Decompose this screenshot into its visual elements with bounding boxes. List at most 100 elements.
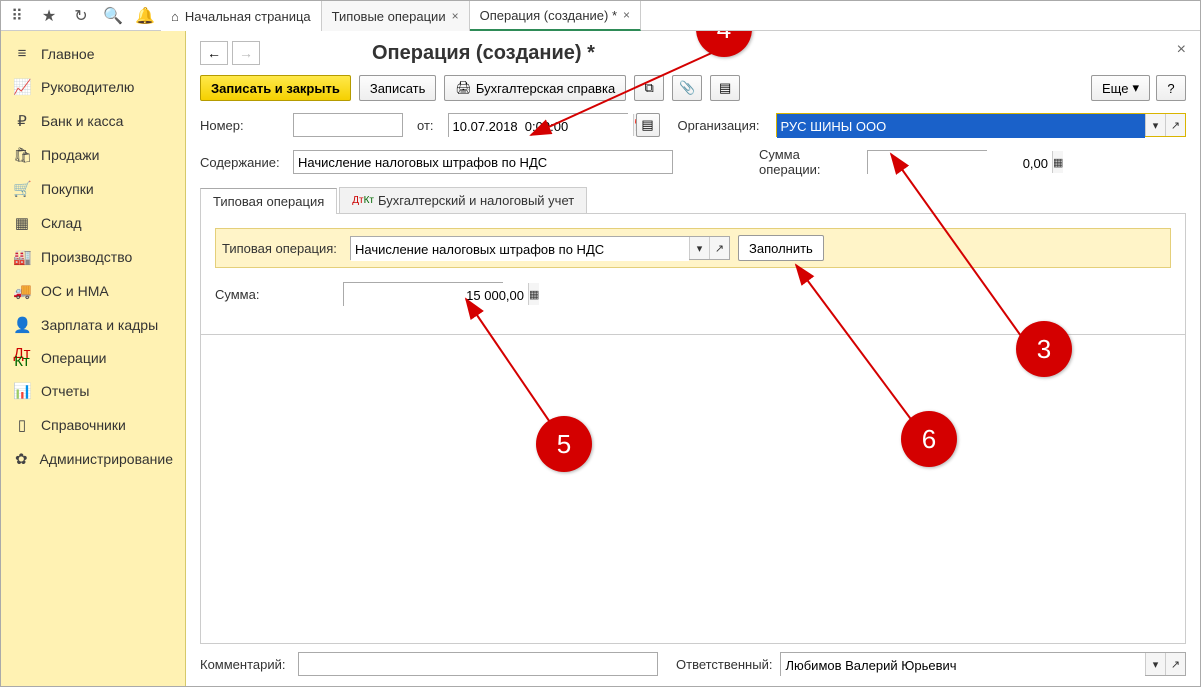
tab-label: Типовые операции [332, 9, 446, 24]
resp-input[interactable] [781, 653, 1145, 677]
comment-input[interactable] [298, 652, 658, 676]
sidebar-item-assets[interactable]: 🚚ОС и НМА [1, 274, 185, 308]
sidebar: ≡Главное 📈Руководителю ₽Банк и касса 🛍Пр… [1, 31, 186, 686]
callout-label: 3 [1037, 334, 1051, 365]
dtkt-icon: ДтКт [352, 197, 374, 205]
tab-operation-create[interactable]: Операция (создание) * × [470, 1, 641, 31]
close-icon[interactable]: × [452, 9, 459, 23]
person-icon: 👤 [13, 316, 31, 334]
typeop-input[interactable] [351, 237, 689, 261]
row-content-sum: Содержание: Сумма операции: ▦ [200, 147, 1186, 177]
menu-icon: ≡ [13, 45, 31, 62]
toolbar: Записать и закрыть Записать 🖨 Бухгалтерск… [200, 75, 1186, 101]
callout-label: 4 [717, 31, 731, 45]
resp-label: Ответственный: [666, 657, 772, 672]
sidebar-item-main[interactable]: ≡Главное [1, 37, 185, 70]
history-icon[interactable]: ↻ [65, 1, 97, 31]
sidebar-item-bank[interactable]: ₽Банк и касса [1, 104, 185, 138]
resp-field[interactable]: ▾ ↗ [780, 652, 1186, 676]
sidebar-item-label: Зарплата и кадры [41, 317, 158, 333]
tab-type-operations[interactable]: Типовые операции × [322, 1, 470, 31]
date-field[interactable]: 📅 [448, 113, 628, 137]
chevron-down-icon[interactable]: ▾ [1145, 114, 1165, 136]
sidebar-item-warehouse[interactable]: ▦Склад [1, 206, 185, 240]
content-input[interactable] [293, 150, 673, 174]
calc-icon[interactable]: ▦ [1052, 151, 1063, 173]
search-icon[interactable]: 🔍 [97, 1, 129, 31]
amount-label: Сумма: [215, 287, 335, 302]
chevron-down-icon: ▾ [1132, 80, 1139, 96]
open-icon[interactable]: ↗ [1165, 653, 1185, 675]
sidebar-item-manager[interactable]: 📈Руководителю [1, 70, 185, 104]
more-button[interactable]: Еще ▾ [1091, 75, 1150, 101]
sidebar-item-purchases[interactable]: 🛒 Покупки [1, 172, 185, 206]
bell-icon[interactable]: 🔔 [129, 1, 161, 31]
amount-row: Сумма: ▦ [215, 282, 1171, 306]
home-icon: ⌂ [171, 9, 179, 24]
save-button[interactable]: Записать [359, 75, 437, 101]
amount-input[interactable] [344, 283, 528, 307]
open-icon[interactable]: ↗ [1165, 114, 1185, 136]
book-icon: ▯ [13, 416, 31, 434]
sidebar-item-label: Производство [41, 249, 132, 265]
typeop-label: Типовая операция: [222, 241, 342, 256]
chevron-down-icon[interactable]: ▾ [1145, 653, 1165, 675]
attach-button[interactable]: 📎 [672, 75, 702, 101]
callout-3: 3 [1016, 321, 1072, 377]
sidebar-item-admin[interactable]: ✿Администрирование [1, 442, 185, 476]
apps-icon[interactable]: ⠿ [1, 1, 33, 31]
callout-label: 6 [922, 424, 936, 455]
sidebar-item-sales[interactable]: 🛍Продажи [1, 138, 185, 172]
tab-home[interactable]: ⌂ Начальная страница [161, 1, 322, 31]
tab-type-operation[interactable]: Типовая операция [200, 188, 337, 214]
org-input[interactable] [777, 114, 1145, 138]
sidebar-item-hr[interactable]: 👤 Зарплата и кадры [1, 308, 185, 342]
back-button[interactable]: ← [200, 41, 228, 65]
list-button[interactable]: ▤ [710, 75, 740, 101]
close-icon[interactable]: × [623, 8, 630, 22]
truck-icon: 🚚 [13, 282, 31, 300]
tree-button[interactable]: ⧉ [634, 75, 664, 101]
forward-button[interactable]: → [232, 41, 260, 65]
sum-label: Сумма операции: [749, 147, 859, 177]
printer-icon: 🖨 [455, 80, 472, 96]
close-panel-icon[interactable]: × [1177, 41, 1186, 59]
amount-field[interactable]: ▦ [343, 282, 503, 306]
inner-tabs: Типовая операция ДтКтБухгалтерский и нал… [200, 187, 1186, 214]
callout-label: 5 [557, 429, 571, 460]
open-icon[interactable]: ↗ [709, 237, 729, 259]
date-extra-button[interactable]: ▤ [636, 113, 660, 137]
help-button[interactable]: ? [1156, 75, 1186, 101]
sidebar-item-production[interactable]: 🏭 Производство [1, 240, 185, 274]
number-label: Номер: [200, 118, 285, 133]
ruble-icon: ₽ [13, 112, 31, 130]
type-operation-row: Типовая операция: ▾ ↗ Заполнить [215, 228, 1171, 268]
topbar: ⠿ ★ ↻ 🔍 🔔 ⌂ Начальная страница Типовые о… [1, 1, 1200, 31]
factory-icon: 🏭 [13, 248, 31, 266]
tab-label: Операция (создание) * [480, 8, 617, 23]
sidebar-item-references[interactable]: ▯Справочники [1, 408, 185, 442]
org-field[interactable]: ▾ ↗ [776, 113, 1186, 137]
cart-icon: 🛒 [13, 180, 31, 198]
topbar-icons: ⠿ ★ ↻ 🔍 🔔 [1, 1, 161, 30]
sidebar-item-operations[interactable]: ДтКтОперации [1, 342, 185, 374]
tab-accounting[interactable]: ДтКтБухгалтерский и налоговый учет [339, 187, 587, 213]
org-label: Организация: [668, 118, 768, 133]
date-label: от: [411, 118, 440, 133]
calc-icon[interactable]: ▦ [528, 283, 539, 305]
sum-field[interactable]: ▦ [867, 150, 987, 174]
sidebar-item-label: Покупки [41, 181, 94, 197]
sum-input[interactable] [868, 151, 1052, 175]
print-label: Бухгалтерская справка [476, 81, 615, 96]
number-input[interactable] [293, 113, 403, 137]
chevron-down-icon[interactable]: ▾ [689, 237, 709, 259]
boxes-icon: ▦ [13, 214, 31, 232]
fill-button[interactable]: Заполнить [738, 235, 824, 261]
save-close-button[interactable]: Записать и закрыть [200, 75, 351, 101]
sidebar-item-reports[interactable]: 📊Отчеты [1, 374, 185, 408]
bag-icon: 🛍 [13, 146, 31, 164]
typeop-field[interactable]: ▾ ↗ [350, 236, 730, 260]
print-button[interactable]: 🖨 Бухгалтерская справка [444, 75, 626, 101]
date-input[interactable] [449, 114, 633, 138]
star-icon[interactable]: ★ [33, 1, 65, 31]
